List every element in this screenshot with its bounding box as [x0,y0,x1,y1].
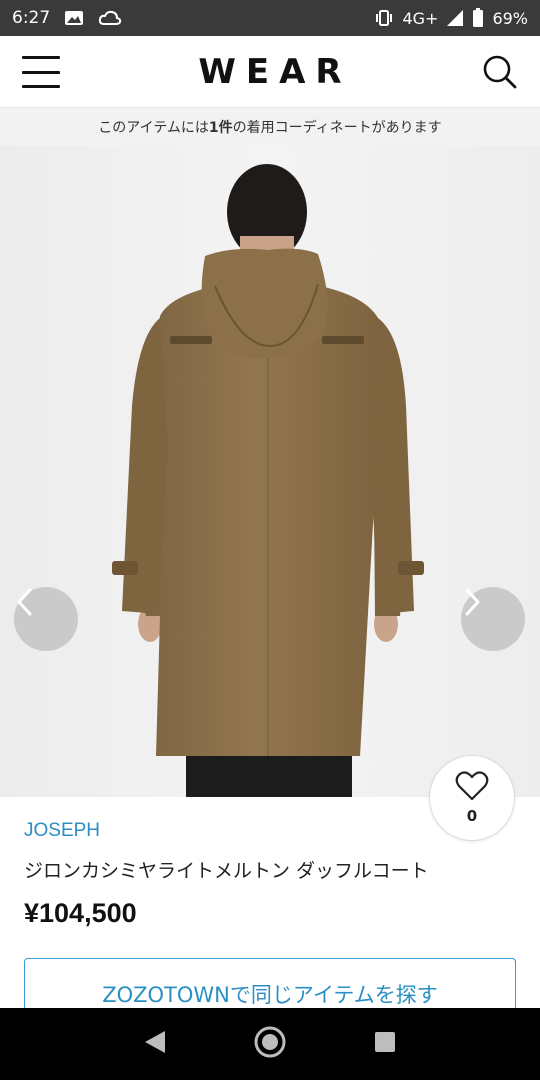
vibrate-icon [374,9,394,27]
like-button[interactable]: 0 [429,755,515,841]
coordinate-notice[interactable]: このアイテムには 1件 の着用コーディネートがあります [0,108,540,146]
back-icon[interactable] [143,1029,167,1059]
chevron-left-icon[interactable] [14,587,78,651]
brand-link[interactable]: JOSEPH [24,820,100,842]
search-icon[interactable] [482,54,518,90]
chevron-right-icon[interactable] [461,587,525,651]
signal-icon [446,9,464,27]
heart-icon [455,771,489,805]
like-count: 0 [466,807,478,825]
battery-icon [472,8,484,28]
network-type: 4G+ [402,8,439,28]
item-price: ¥104,500 [24,898,137,928]
recents-icon[interactable] [373,1030,397,1058]
notice-suffix: の着用コーディネートがあります [232,120,442,136]
app-header: WEAR [0,36,540,108]
image-icon [64,9,84,27]
cloud-icon [98,9,122,27]
notice-prefix: このアイテムには [98,120,209,136]
item-name: ジロンカシミヤライトメルトン ダッフルコート [24,860,429,882]
status-bar: 6:27 4G+ 69% [0,0,540,36]
status-time: 6:27 [12,8,51,28]
notice-count: 1件 [208,120,233,136]
hamburger-menu-icon[interactable] [22,56,60,88]
product-image[interactable] [0,146,540,797]
android-nav-bar [0,1008,540,1080]
home-icon[interactable] [253,1025,287,1063]
battery-percent: 69% [492,8,528,28]
wear-logo[interactable]: WEAR [188,52,351,92]
